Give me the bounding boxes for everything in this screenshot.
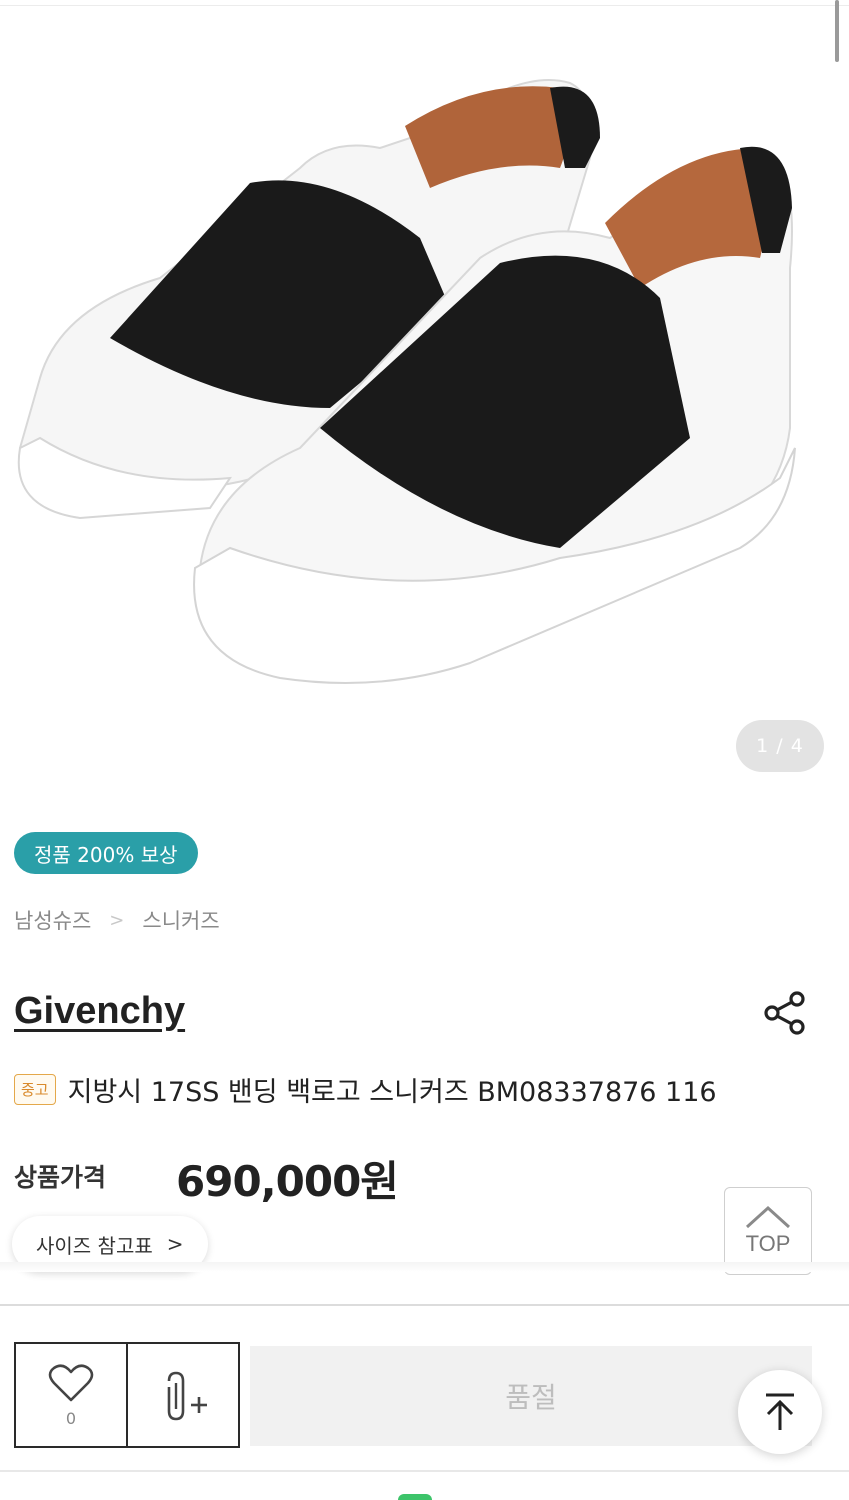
share-icon[interactable] (760, 988, 810, 1038)
wishlist-button[interactable]: 0 (16, 1344, 128, 1446)
floating-indicator (398, 1494, 432, 1500)
authenticity-badge: 정품 200% 보상 (14, 832, 198, 874)
heart-icon (48, 1363, 94, 1401)
wishlist-count: 0 (65, 1408, 77, 1428)
price-label: 상품가격 (14, 1163, 107, 1192)
top-divider (0, 0, 849, 6)
action-buttons: 0 (14, 1342, 240, 1448)
bottom-divider (0, 1470, 849, 1472)
sneakers-image (17, 79, 796, 684)
breadcrumb-item-sneakers[interactable]: 스니커즈 (142, 905, 219, 935)
scroll-to-top-button[interactable] (738, 1370, 822, 1454)
brand-link[interactable]: Givenchy (14, 990, 185, 1033)
paperclip-plus-icon (167, 1371, 207, 1421)
section-shadow (0, 1262, 849, 1272)
soldout-button: 품절 (250, 1346, 812, 1446)
product-title-row: 중고 지방시 17SS 밴딩 백로고 스니커즈 BM08337876 116 (14, 1068, 834, 1110)
chevron-right-icon: > (166, 1232, 184, 1256)
breadcrumb-item-mens-shoes[interactable]: 남성슈즈 (14, 905, 91, 935)
arrow-up-to-line-icon (766, 1393, 794, 1430)
condition-badge: 중고 (14, 1073, 56, 1105)
size-guide-label: 사이즈 참고표 (36, 1233, 153, 1258)
gallery-page-indicator: 1 / 4 (736, 720, 824, 772)
breadcrumb-separator: > (109, 909, 125, 931)
product-image-gallery[interactable]: 1 / 4 (0, 8, 849, 788)
breadcrumb: 남성슈즈 > 스니커즈 (14, 904, 220, 936)
product-title: 지방시 17SS 밴딩 백로고 스니커즈 BM08337876 116 (67, 1076, 717, 1108)
bottom-bar-divider (0, 1304, 849, 1306)
top-button-label: TOP (745, 1231, 791, 1256)
chevron-up-icon (745, 1205, 791, 1229)
add-to-collection-button[interactable] (128, 1344, 238, 1446)
product-price: 690,000원 (176, 1157, 399, 1206)
